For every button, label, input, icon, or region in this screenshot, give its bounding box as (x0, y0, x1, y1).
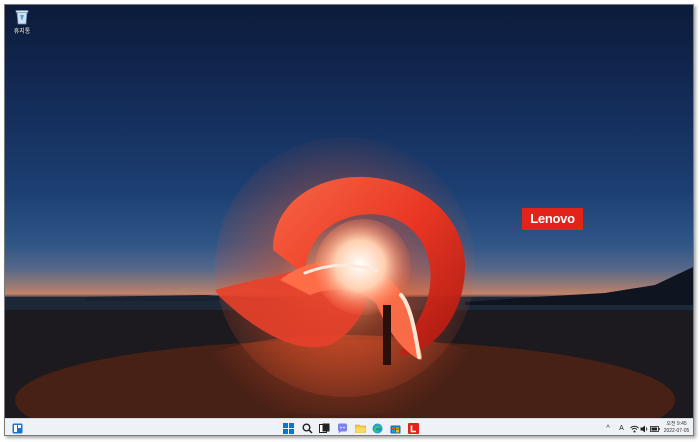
chat-icon (338, 423, 347, 434)
recycle-bin-label: 휴지통 (13, 29, 31, 35)
edge-icon (372, 423, 383, 434)
edge-button[interactable] (371, 422, 384, 435)
battery-button[interactable] (649, 422, 660, 435)
search-button[interactable] (301, 422, 314, 435)
ime-indicator[interactable]: A (617, 422, 626, 435)
folder-icon (355, 424, 366, 433)
clock-time: 오전 9:45 (666, 421, 687, 427)
taskbar: ^ A 오전 9:45 2022-07-05 (5, 418, 693, 435)
wallpaper (5, 137, 693, 418)
lenovo-logo: Lenovo (522, 208, 583, 230)
store-button[interactable] (389, 422, 402, 435)
windows-start-icon (283, 423, 294, 434)
battery-icon (649, 425, 660, 432)
store-icon (390, 425, 401, 434)
task-view-button[interactable] (318, 422, 331, 435)
desktop: 휴지통 Lenovo (5, 5, 693, 418)
speaker-icon (640, 425, 647, 432)
recycle-bin-icon (15, 10, 29, 25)
wifi-icon (629, 425, 639, 432)
lenovo-l-icon (408, 423, 419, 434)
clock-date: 2022-07-05 (663, 428, 690, 434)
widgets-button[interactable] (11, 422, 24, 435)
start-button[interactable] (282, 422, 295, 435)
network-button[interactable] (629, 422, 639, 435)
taskbar-clock[interactable]: 오전 9:45 2022-07-05 (660, 421, 693, 435)
widgets-icon (12, 423, 23, 434)
lenovo-app-button[interactable] (407, 422, 420, 435)
task-view-icon (319, 423, 330, 433)
screenshot-frame: 휴지통 Lenovo ^ A 오전 9:45 2022-07-05 (4, 4, 694, 436)
chat-button[interactable] (336, 422, 349, 435)
search-icon (302, 423, 313, 434)
volume-button[interactable] (639, 422, 649, 435)
recycle-bin-shortcut[interactable]: 휴지통 (9, 9, 35, 35)
file-explorer-button[interactable] (354, 422, 367, 435)
tray-overflow-button[interactable]: ^ (604, 422, 612, 435)
